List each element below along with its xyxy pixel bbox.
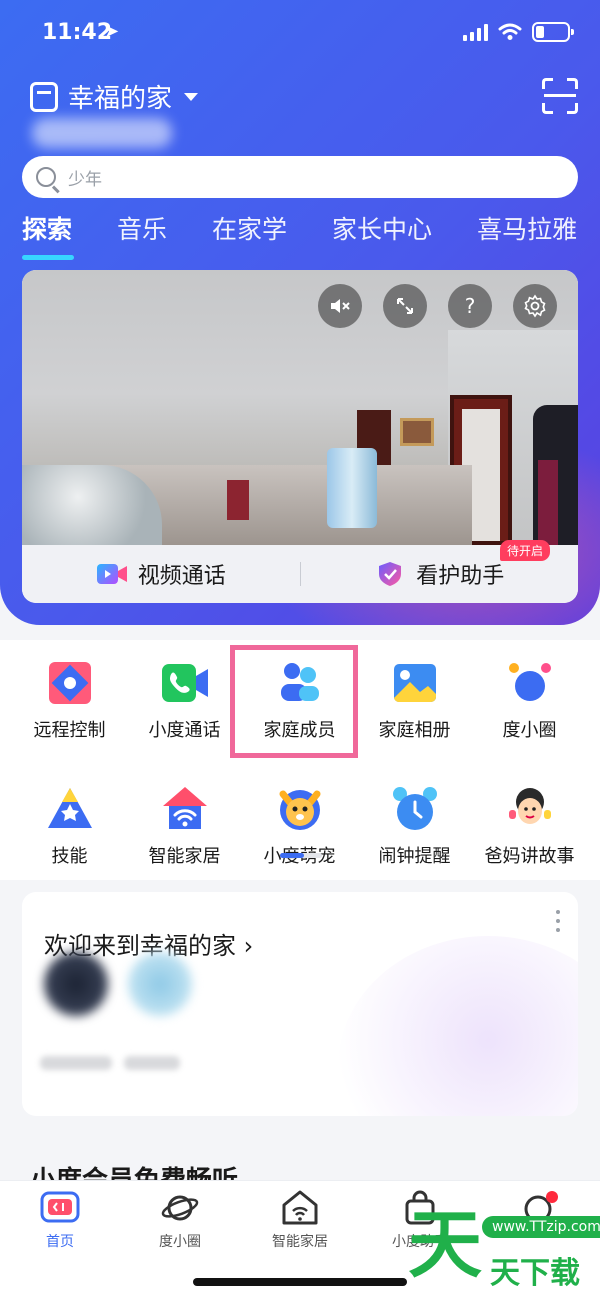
cellular-signal-icon [463, 23, 488, 41]
xiaodu-pet-icon [279, 790, 320, 830]
family-album-icon [393, 664, 436, 703]
tab-ximalaya[interactable]: 喜马拉雅 [477, 210, 577, 246]
tab-parent-center[interactable]: 家长中心 [332, 210, 432, 246]
status-time: 11:42 [42, 20, 113, 45]
help-icon[interactable]: ? [448, 284, 492, 328]
skills-icon [47, 788, 92, 828]
care-assistant-label: 看护助手 [416, 564, 505, 589]
watermark-logo: 天 www.TTzip.com 天下载 [408, 1198, 600, 1294]
search-icon [36, 167, 56, 187]
pending-badge: 待开启 [499, 540, 550, 561]
video-call-button[interactable]: 视频通话 [22, 558, 300, 590]
camera-feed[interactable]: ? [22, 270, 578, 545]
settings-icon[interactable] [513, 284, 557, 328]
member-name [124, 1056, 180, 1070]
care-assistant-button[interactable]: 看护助手 待开启 [301, 540, 579, 590]
search-placeholder: 少年 [68, 169, 102, 190]
shortcut-xiaodu-call[interactable]: 小度通话 [127, 640, 242, 742]
planet-icon [161, 1195, 199, 1221]
search-bar[interactable]: 少年 [22, 156, 578, 198]
home-device-icon [30, 81, 58, 112]
chevron-right-icon: › [243, 932, 254, 960]
remote-control-icon [48, 662, 91, 704]
home-selector[interactable]: 幸福的家 [30, 78, 199, 115]
family-members-icon [280, 663, 319, 701]
shortcut-panel: 远程控制 小度通话 家庭成员 家庭相册 度小圈 技能 智能家居 闹钟提醒 爸妈讲… [0, 640, 600, 880]
home-indicator[interactable] [193, 1278, 407, 1286]
home-tab-icon [40, 1191, 80, 1223]
xiaodu-call-icon [161, 664, 208, 702]
watermark-char: 天 [408, 1202, 482, 1288]
home-name: 幸福的家 [68, 84, 173, 114]
video-call-label: 视频通话 [137, 564, 226, 589]
smart-home-tab-icon [282, 1190, 318, 1225]
shortcut-remote-control[interactable]: 远程控制 [12, 640, 127, 742]
status-bar: 11:42 ➤ [0, 0, 600, 64]
more-options-icon[interactable] [556, 910, 562, 932]
welcome-card: 欢迎来到幸福的家 › [22, 892, 578, 1116]
smart-home-icon [162, 787, 207, 829]
tabbar-home[interactable]: 首页 [0, 1189, 120, 1251]
du-circle-icon [508, 663, 551, 701]
shield-check-icon [379, 562, 402, 586]
scan-button[interactable] [542, 78, 578, 114]
location-arrow-icon: ➤ [104, 21, 120, 42]
page-indicator [280, 853, 322, 858]
shortcut-du-circle[interactable]: 度小圈 [472, 640, 587, 742]
shortcut-family-album[interactable]: 家庭相册 [357, 640, 472, 742]
shortcut-parents-story[interactable]: 爸妈讲故事 [472, 766, 587, 868]
member-name [40, 1056, 112, 1070]
shortcut-alarm[interactable]: 闹钟提醒 [357, 766, 472, 868]
fullscreen-icon[interactable] [383, 284, 427, 328]
wifi-icon [498, 23, 522, 40]
tab-explore[interactable]: 探索 [22, 210, 75, 260]
alarm-icon [392, 787, 437, 830]
shortcut-skills[interactable]: 技能 [12, 766, 127, 868]
tabbar-du-circle[interactable]: 度小圈 [120, 1189, 240, 1251]
member-avatar[interactable] [44, 952, 108, 1016]
blurred-subtitle [32, 118, 172, 148]
status-indicators [463, 22, 574, 42]
member-avatar[interactable] [128, 952, 192, 1016]
tab-music[interactable]: 音乐 [117, 210, 167, 246]
category-tabs: 探索 音乐 在家学 家长中心 喜马拉雅 [22, 210, 600, 260]
camera-actions: 视频通话 看护助手 待开启 [22, 540, 579, 603]
video-call-icon [96, 564, 127, 584]
camera-card: ? 视频通话 看护助手 待开启 [22, 270, 578, 603]
mute-icon[interactable] [318, 284, 362, 328]
tab-study-at-home[interactable]: 在家学 [212, 210, 287, 246]
parents-story-icon [508, 788, 551, 824]
caret-down-icon [184, 92, 199, 101]
battery-icon [532, 22, 574, 42]
tabbar-smart-home[interactable]: 智能家居 [240, 1189, 360, 1251]
shortcut-family-members[interactable]: 家庭成员 [242, 640, 357, 742]
watermark-sub: 天下载 [490, 1256, 580, 1291]
watermark-url: www.TTzip.com [482, 1216, 600, 1238]
shortcut-smart-home[interactable]: 智能家居 [127, 766, 242, 868]
